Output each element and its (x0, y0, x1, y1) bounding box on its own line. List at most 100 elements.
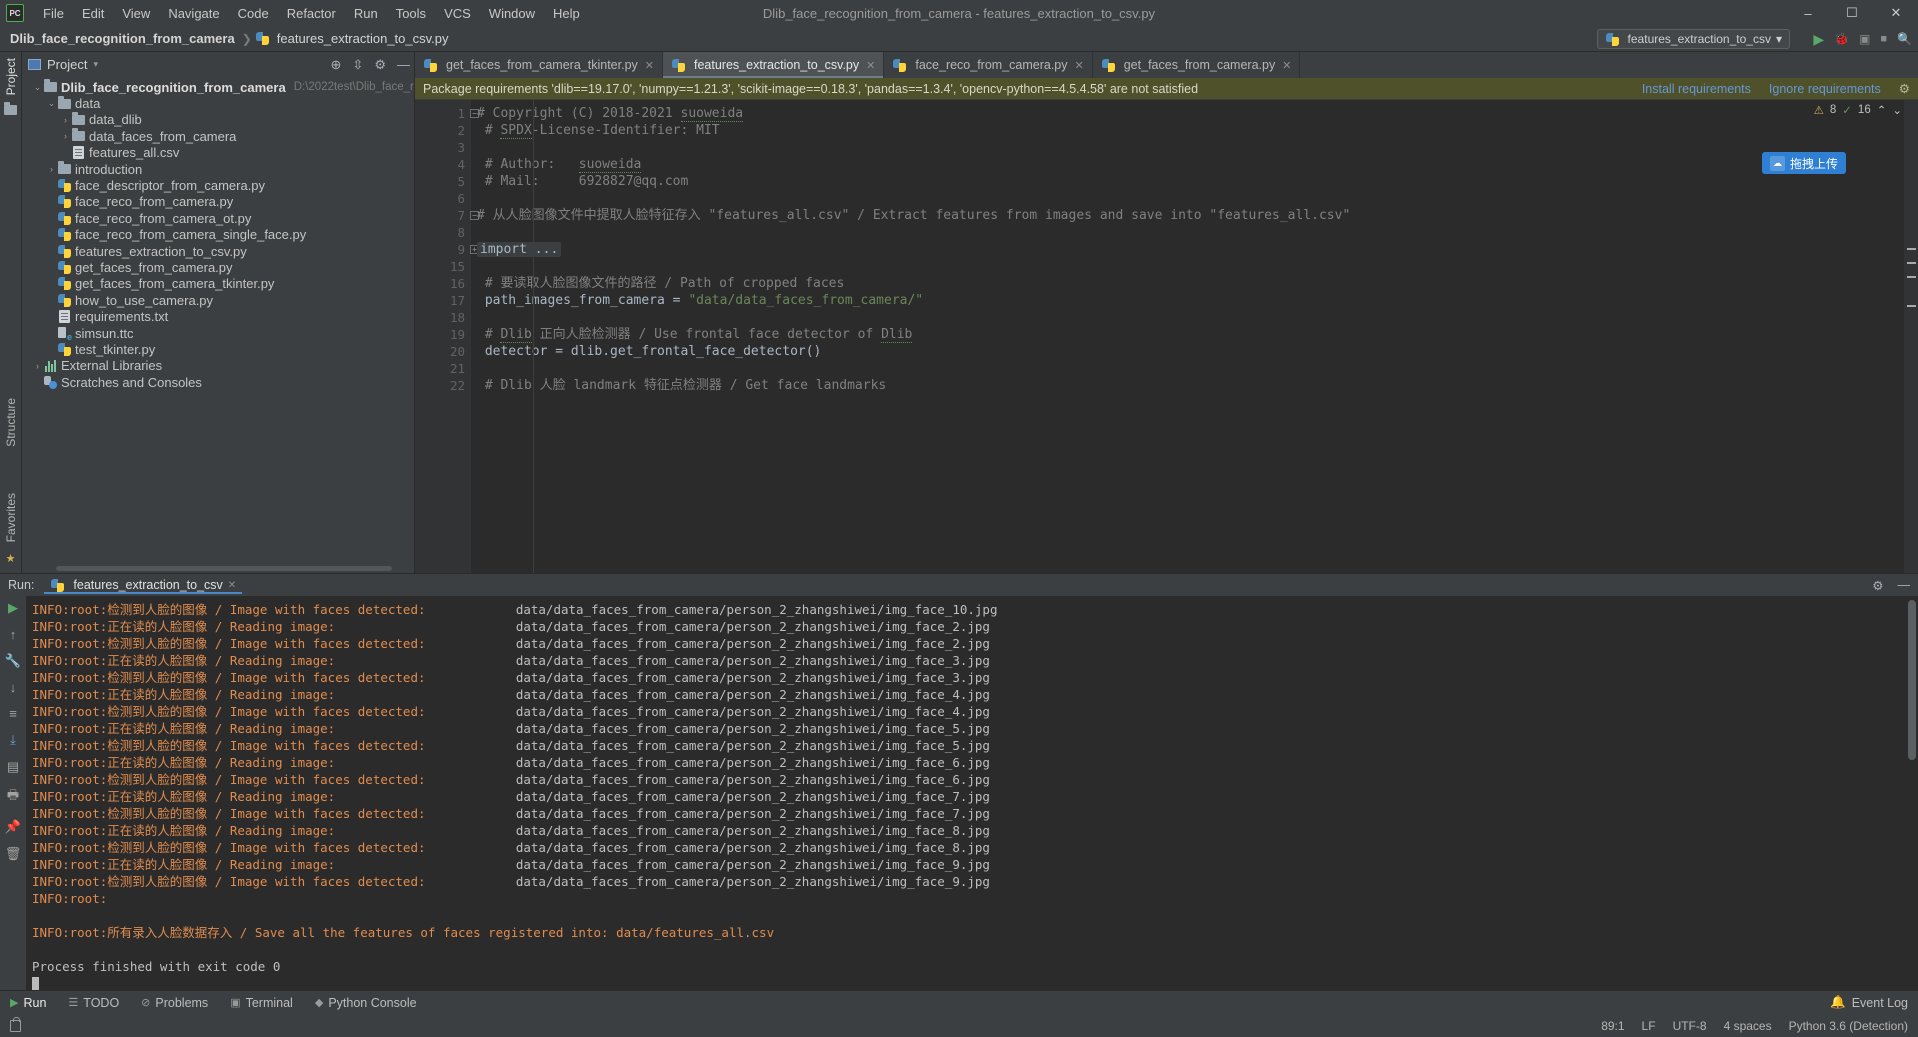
chevron-right-icon[interactable]: › (60, 131, 71, 141)
tree-node[interactable]: features_all.csv (22, 145, 414, 161)
sidebar-item-favorites[interactable]: Favorites (4, 487, 18, 548)
python-interpreter[interactable]: Python 3.6 (Detection) (1789, 1019, 1908, 1033)
close-icon[interactable]: ✕ (1075, 59, 1084, 72)
wrench-icon[interactable]: 🔧 (5, 653, 21, 669)
toolwindow-terminal[interactable]: ▣ Terminal (230, 996, 293, 1010)
banner-gear-icon[interactable]: ⚙ (1899, 81, 1910, 96)
scroll-to-end-icon[interactable]: ⤓ (10, 732, 16, 748)
file-encoding[interactable]: UTF-8 (1673, 1019, 1707, 1033)
gutter-line-number[interactable]: 9 + (415, 241, 479, 258)
toolwindow-todo[interactable]: ☰ TODO (68, 996, 119, 1010)
menu-navigate[interactable]: Navigate (159, 3, 228, 24)
run-button[interactable]: ▶ (1813, 31, 1824, 48)
indent-setting[interactable]: 4 spaces (1724, 1019, 1772, 1033)
inspection-widget[interactable]: ⚠ 8 ✓ 16 ⌃ ⌄ (1814, 103, 1902, 117)
hide-panel-icon[interactable]: — (397, 57, 410, 72)
tree-node[interactable]: Scratches and Consoles (22, 374, 414, 390)
pin-icon[interactable]: 📌 (5, 819, 21, 835)
install-requirements-link[interactable]: Install requirements (1642, 82, 1751, 96)
trash-icon[interactable]: 🗑 (5, 846, 22, 862)
code-editor[interactable]: 1−2 3 4 5 6 7−8 9 +15 16 17 18 19 20 21 22 # Copyright… (415, 100, 1918, 573)
gutter-line-number[interactable]: 16 (415, 275, 471, 292)
menu-help[interactable]: Help (544, 3, 589, 24)
toolwindow-problems[interactable]: ⊘ Problems (141, 996, 208, 1010)
line-separator[interactable]: LF (1642, 1019, 1656, 1033)
scroll-down-icon[interactable]: ↓ (10, 680, 17, 695)
scroll-up-icon[interactable]: ↑ (10, 627, 17, 642)
menu-window[interactable]: Window (480, 3, 544, 24)
tree-node[interactable]: requirements.txt (22, 308, 414, 324)
project-tree[interactable]: ⌄ Dlib_face_recognition_from_camera D:\202… (22, 77, 414, 573)
sidebar-item-structure[interactable]: Structure (4, 392, 18, 453)
tree-node[interactable]: simsun.ttc (22, 325, 414, 342)
gutter-line-number[interactable]: 19 (415, 326, 471, 343)
tree-node[interactable]: › introduction (22, 161, 414, 177)
scroll-from-source-icon[interactable]: ⊕ (331, 57, 342, 73)
menu-run[interactable]: Run (345, 3, 387, 24)
debug-button[interactable]: 🐞 (1834, 32, 1849, 46)
menu-code[interactable]: Code (229, 3, 278, 24)
console-scrollbar[interactable] (1908, 600, 1916, 760)
line-number-gutter[interactable]: 1−2 3 4 5 6 7−8 9 +15 16 17 18 19 20 21 22 (415, 100, 479, 573)
gutter-line-number[interactable]: 7− (415, 207, 479, 224)
sidebar-item-project[interactable]: Project (4, 52, 18, 101)
ignore-requirements-link[interactable]: Ignore requirements (1769, 82, 1881, 96)
upload-floating-button[interactable]: ☁ 拖拽上传 (1761, 152, 1846, 174)
menu-refactor[interactable]: Refactor (278, 3, 345, 24)
tree-node[interactable]: face_reco_from_camera_single_face.py (22, 227, 414, 243)
event-log-widget[interactable]: 🔔 Event Log (1830, 995, 1908, 1010)
gutter-line-number[interactable]: 22 (415, 377, 471, 394)
gutter-line-number[interactable]: 15 (415, 258, 471, 275)
close-icon[interactable]: ✕ (1282, 59, 1291, 72)
tree-node[interactable]: ⌄ Dlib_face_recognition_from_camera D:\202… (22, 79, 414, 95)
tree-horizontal-scrollbar[interactable] (56, 566, 392, 571)
tree-node[interactable]: ⌄ data (22, 95, 414, 111)
tree-node[interactable]: face_reco_from_camera.py (22, 194, 414, 210)
editor-tab[interactable]: get_faces_from_camera_tkinter.py ✕ (415, 52, 663, 78)
run-configuration-selector[interactable]: features_extraction_to_csv ▾ (1596, 29, 1790, 49)
prev-highlight-icon[interactable]: ⌃ (1877, 103, 1887, 117)
menu-edit[interactable]: Edit (73, 3, 113, 24)
gutter-line-number[interactable]: 21 (415, 360, 471, 377)
close-icon[interactable]: ✕ (228, 580, 236, 591)
gutter-line-number[interactable]: 3 (415, 139, 471, 156)
rerun-icon[interactable]: ▶ (8, 600, 18, 616)
gutter-line-number[interactable]: 8 (415, 224, 471, 241)
close-button[interactable]: ✕ (1874, 0, 1918, 26)
breadcrumb-project[interactable]: Dlib_face_recognition_from_camera (6, 31, 239, 46)
minimize-button[interactable]: – (1786, 0, 1830, 26)
chevron-right-icon[interactable]: › (60, 115, 71, 125)
toolwindow-run[interactable]: ▶ Run (10, 996, 46, 1010)
gutter-line-number[interactable]: 17 (415, 292, 471, 309)
gutter-line-number[interactable]: 20 (415, 343, 471, 360)
search-icon[interactable]: 🔍 (1897, 32, 1912, 46)
next-highlight-icon[interactable]: ⌄ (1892, 103, 1902, 117)
tree-node[interactable]: how_to_use_camera.py (22, 292, 414, 308)
read-only-lock-icon[interactable] (10, 1016, 21, 1032)
gutter-line-number[interactable]: 6 (415, 190, 471, 207)
tree-node[interactable]: › External Libraries (22, 358, 414, 374)
menu-tools[interactable]: Tools (387, 3, 435, 24)
collapse-all-icon[interactable]: ⇳ (352, 57, 363, 73)
toolwindow-python-console[interactable]: ◆ Python Console (315, 996, 417, 1010)
editor-tab[interactable]: face_reco_from_camera.py ✕ (884, 52, 1093, 78)
menu-view[interactable]: View (113, 3, 159, 24)
run-tab[interactable]: features_extraction_to_csv ✕ (44, 576, 242, 594)
editor-tab[interactable]: get_faces_from_camera.py ✕ (1093, 52, 1301, 78)
chevron-right-icon[interactable]: › (46, 164, 57, 174)
tree-node[interactable]: get_faces_from_camera_tkinter.py (22, 276, 414, 292)
console-output[interactable]: INFO:root:检测到人脸的图像 / Image with faces de… (26, 596, 1918, 990)
tree-node[interactable]: › data_dlib (22, 111, 414, 128)
project-panel-title[interactable]: Project (47, 57, 87, 72)
console-toggle-icon[interactable]: ▤ (7, 759, 19, 775)
close-icon[interactable]: ✕ (866, 59, 875, 72)
tree-node[interactable]: test_tkinter.py (22, 341, 414, 357)
gutter-line-number[interactable]: 2 (415, 122, 471, 139)
tree-node[interactable]: features_extraction_to_csv.py (22, 243, 414, 259)
soft-wrap-icon[interactable]: ≡ (9, 706, 17, 721)
editor-right-gutter[interactable] (1904, 100, 1918, 573)
tree-node[interactable]: › data_faces_from_camera (22, 128, 414, 144)
editor-tab[interactable]: features_extraction_to_csv.py ✕ (663, 52, 885, 78)
stop-button[interactable]: ■ (1880, 33, 1887, 45)
gear-icon[interactable]: ⚙ (374, 57, 386, 73)
